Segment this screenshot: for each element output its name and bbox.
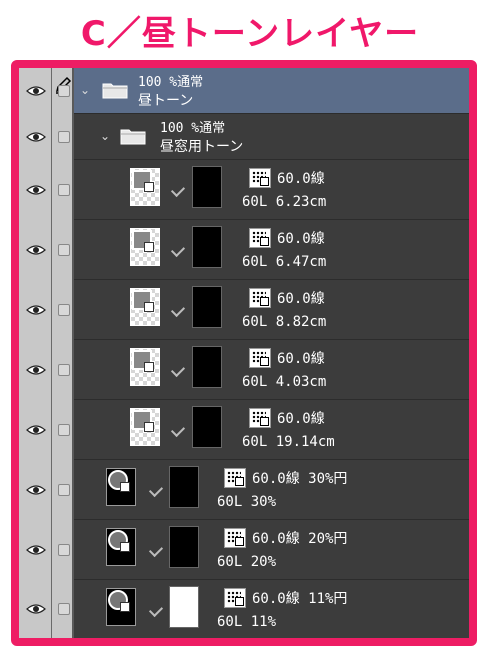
eye-icon[interactable]: [26, 184, 46, 196]
edit-checkbox[interactable]: [58, 544, 70, 556]
layer-line2: 60L 6.23cm: [242, 194, 327, 210]
check-icon: [148, 602, 164, 618]
layer-row[interactable]: 60.0線 20%円 60L 20%: [74, 520, 469, 580]
check-icon: [170, 182, 186, 198]
tone-icon: [249, 288, 271, 308]
tone-icon: [249, 348, 271, 368]
check-icon: [170, 302, 186, 318]
folder-row-hiru-mado-tone[interactable]: ⌄ 100 %通常 昼窓用トーン: [74, 114, 469, 160]
layer-line1: 60.0線: [277, 351, 325, 367]
edit-checkbox[interactable]: [58, 244, 70, 256]
check-icon: [170, 362, 186, 378]
edit-checkbox[interactable]: [58, 184, 70, 196]
tone-icon: [249, 168, 271, 188]
layer-line1: 60.0線: [277, 171, 325, 187]
eye-icon[interactable]: [26, 364, 46, 376]
eye-icon[interactable]: [26, 131, 46, 143]
check-icon: [170, 422, 186, 438]
chevron-down-icon[interactable]: ⌄: [100, 129, 110, 143]
tone-icon: [224, 468, 246, 488]
layer-line2: 60L 8.82cm: [242, 314, 327, 330]
layer-line1: 60.0線: [277, 411, 325, 427]
edit-checkbox[interactable]: [58, 131, 70, 143]
eye-icon[interactable]: [26, 424, 46, 436]
mask-thumbnail: [169, 466, 199, 508]
edit-checkbox[interactable]: [58, 424, 70, 436]
layer-thumbnail: [130, 228, 160, 266]
eye-icon[interactable]: [26, 544, 46, 556]
folder-blend: 100 %通常: [138, 75, 204, 90]
check-icon: [170, 242, 186, 258]
layer-thumbnail: [106, 468, 136, 506]
mask-thumbnail: [192, 406, 222, 448]
eye-icon[interactable]: [26, 603, 46, 615]
layer-line1: 60.0線 30%円: [252, 471, 348, 487]
edit-checkbox[interactable]: [58, 484, 70, 496]
layer-line2: 60L 11%: [217, 614, 277, 630]
layer-thumbnail: [106, 528, 136, 566]
layer-line2: 60L 6.47cm: [242, 254, 327, 270]
edit-checkbox[interactable]: [58, 304, 70, 316]
folder-name: 昼窓用トーン: [160, 139, 244, 155]
mask-thumbnail: [192, 346, 222, 388]
tone-icon: [224, 588, 246, 608]
layer-row[interactable]: 60.0線 11%円 60L 11%: [74, 580, 469, 638]
check-icon: [148, 482, 164, 498]
layer-list: ⌄ 100 %通常 昼トーン ⌄ 100 %通常 昼窓用トーン 60.0線 60…: [74, 68, 469, 638]
layer-line2: 60L 20%: [217, 554, 277, 570]
layer-thumbnail: [130, 408, 160, 446]
page-title: C／昼トーンレイヤー: [80, 14, 420, 54]
folder-blend: 100 %通常: [160, 121, 226, 136]
eye-icon[interactable]: [26, 484, 46, 496]
folder-icon: [120, 129, 146, 145]
mask-thumbnail: [169, 586, 199, 628]
layer-thumbnail: [130, 168, 160, 206]
edit-checkbox[interactable]: [58, 603, 70, 615]
layer-row[interactable]: 60.0線 60L 6.47cm: [74, 220, 469, 280]
edit-checkbox[interactable]: [58, 85, 70, 97]
layer-row[interactable]: 60.0線 60L 8.82cm: [74, 280, 469, 340]
layer-thumbnail: [130, 288, 160, 326]
layer-line1: 60.0線 11%円: [252, 591, 348, 607]
layer-line1: 60.0線: [277, 231, 325, 247]
tone-icon: [249, 408, 271, 428]
tone-icon: [249, 228, 271, 248]
layer-line2: 60L 30%: [217, 494, 277, 510]
layer-row[interactable]: 60.0線 60L 6.23cm: [74, 160, 469, 220]
tone-icon: [224, 528, 246, 548]
folder-row-hiru-tone[interactable]: ⌄ 100 %通常 昼トーン: [74, 68, 469, 114]
folder-icon: [102, 83, 128, 99]
layer-line1: 60.0線: [277, 291, 325, 307]
layer-thumbnail: [106, 588, 136, 626]
edit-checkbox[interactable]: [58, 364, 70, 376]
layer-panel: ⌄ 100 %通常 昼トーン ⌄ 100 %通常 昼窓用トーン 60.0線 60…: [11, 60, 477, 646]
layer-line2: 60L 19.14cm: [242, 434, 335, 450]
layer-line1: 60.0線 20%円: [252, 531, 348, 547]
layer-row[interactable]: 60.0線 60L 4.03cm: [74, 340, 469, 400]
eye-icon[interactable]: [26, 244, 46, 256]
eye-icon[interactable]: [26, 304, 46, 316]
layer-thumbnail: [130, 348, 160, 386]
mask-thumbnail: [192, 286, 222, 328]
eye-icon[interactable]: [26, 85, 46, 97]
mask-thumbnail: [169, 526, 199, 568]
layer-row[interactable]: 60.0線 30%円 60L 30%: [74, 460, 469, 520]
folder-name: 昼トーン: [138, 93, 194, 109]
mask-thumbnail: [192, 166, 222, 208]
layer-row[interactable]: 60.0線 60L 19.14cm: [74, 400, 469, 460]
check-icon: [148, 542, 164, 558]
layer-line2: 60L 4.03cm: [242, 374, 327, 390]
mask-thumbnail: [192, 226, 222, 268]
chevron-down-icon[interactable]: ⌄: [80, 83, 90, 97]
